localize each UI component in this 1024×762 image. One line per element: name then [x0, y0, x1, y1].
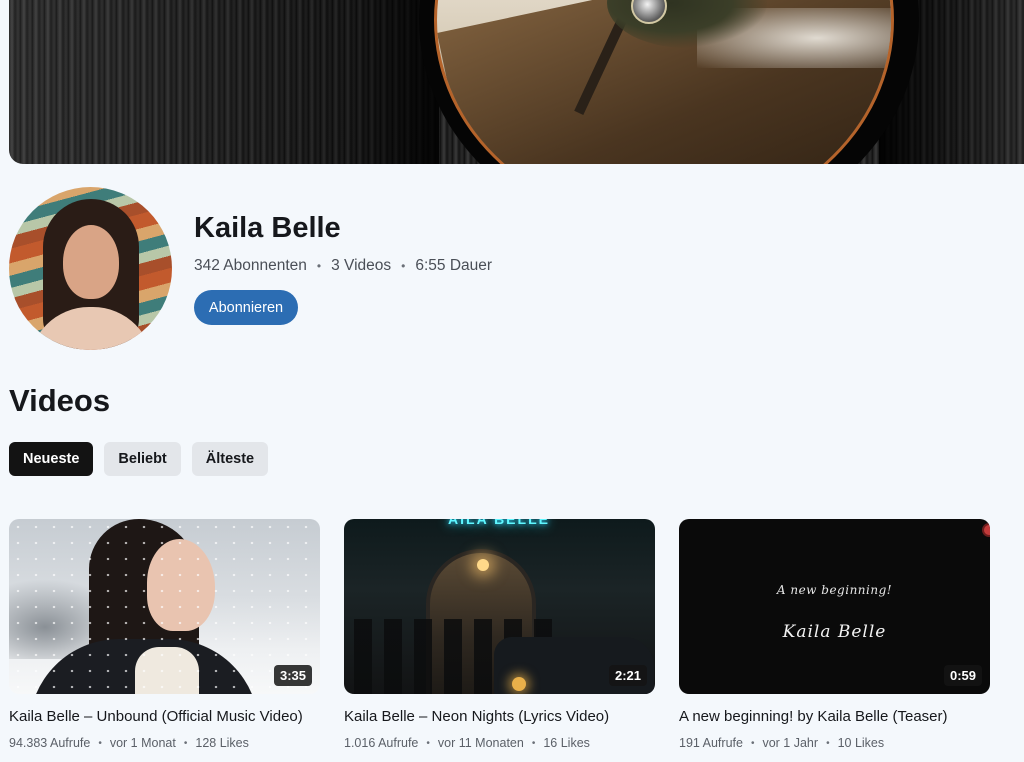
- meta-separator: •: [826, 737, 830, 749]
- view-count: 1.016 Aufrufe: [344, 736, 419, 750]
- meta-separator: •: [401, 259, 406, 273]
- video-title[interactable]: A new beginning! by Kaila Belle (Teaser): [679, 708, 990, 725]
- meta-separator: •: [183, 737, 188, 749]
- video-card[interactable]: A new beginning! Kaila Belle 0:59 A new …: [679, 519, 990, 750]
- view-count: 94.383 Aufrufe: [9, 736, 91, 750]
- video-duration-badge: 3:35: [273, 665, 312, 686]
- banner-lens-landscape: [434, 0, 894, 164]
- subscriber-count: 342 Abonnenten: [194, 257, 307, 274]
- upload-age: vor 1 Monat: [109, 736, 176, 750]
- meta-separator: •: [426, 737, 430, 749]
- like-count: 16 Likes: [543, 736, 590, 750]
- video-thumbnail[interactable]: A new beginning! Kaila Belle 0:59: [679, 519, 990, 694]
- video-meta: 1.016 Aufrufe • vor 11 Monaten • 16 Like…: [344, 736, 655, 750]
- sort-filters: Neueste Beliebt Älteste: [9, 442, 269, 476]
- thumbnail-corner-badge: [982, 523, 990, 537]
- video-meta: 94.383 Aufrufe • vor 1 Monat • 128 Likes: [9, 736, 320, 750]
- meta-separator: •: [750, 737, 755, 749]
- thumbnail-signature: Kaila Belle: [782, 622, 887, 642]
- video-meta: 191 Aufrufe • vor 1 Jahr • 10 Likes: [679, 736, 990, 750]
- view-count: 191 Aufrufe: [679, 736, 743, 750]
- thumbnail-caption: A new beginning!: [776, 583, 893, 597]
- channel-banner: [9, 0, 1024, 164]
- video-thumbnail[interactable]: 3:35: [9, 519, 320, 694]
- video-duration-badge: 0:59: [943, 665, 982, 686]
- video-title[interactable]: Kaila Belle – Neon Nights (Lyrics Video): [344, 708, 655, 725]
- thumbnail-headlight: [512, 677, 526, 691]
- banner-wood-texture: [9, 0, 439, 164]
- meta-separator: •: [531, 737, 536, 749]
- subscribe-button[interactable]: Abonnieren: [194, 290, 298, 325]
- thumbnail-lamp: [477, 559, 489, 571]
- avatar-face: [63, 225, 119, 299]
- filter-oldest-chip[interactable]: Älteste: [191, 442, 269, 476]
- video-thumbnail[interactable]: AILA BELLE 2:21: [344, 519, 655, 694]
- video-card[interactable]: 3:35 Kaila Belle – Unbound (Official Mus…: [9, 519, 320, 750]
- upload-age: vor 1 Jahr: [762, 736, 819, 750]
- videos-section-title: Videos: [9, 383, 111, 418]
- meta-separator: •: [316, 259, 322, 273]
- channel-avatar[interactable]: [9, 187, 172, 350]
- channel-page: Kaila Belle 342 Abonnenten • 3 Videos • …: [0, 0, 1024, 762]
- meta-separator: •: [98, 737, 102, 749]
- video-duration-badge: 2:21: [608, 665, 647, 686]
- total-duration: 6:55 Dauer: [415, 257, 493, 274]
- channel-name: Kaila Belle: [194, 212, 341, 244]
- video-grid: 3:35 Kaila Belle – Unbound (Official Mus…: [9, 519, 990, 750]
- video-title[interactable]: Kaila Belle – Unbound (Official Music Vi…: [9, 708, 320, 725]
- filter-newest-chip[interactable]: Neueste: [9, 442, 94, 476]
- filter-popular-chip[interactable]: Beliebt: [104, 442, 181, 476]
- thumbnail-neon-sign: AILA BELLE: [448, 519, 550, 527]
- channel-stats: 342 Abonnenten • 3 Videos • 6:55 Dauer: [194, 256, 492, 276]
- like-count: 128 Likes: [195, 736, 249, 750]
- video-count: 3 Videos: [331, 257, 392, 274]
- like-count: 10 Likes: [837, 736, 885, 750]
- video-card[interactable]: AILA BELLE 2:21 Kaila Belle – Neon Night…: [344, 519, 655, 750]
- upload-age: vor 11 Monaten: [437, 736, 524, 750]
